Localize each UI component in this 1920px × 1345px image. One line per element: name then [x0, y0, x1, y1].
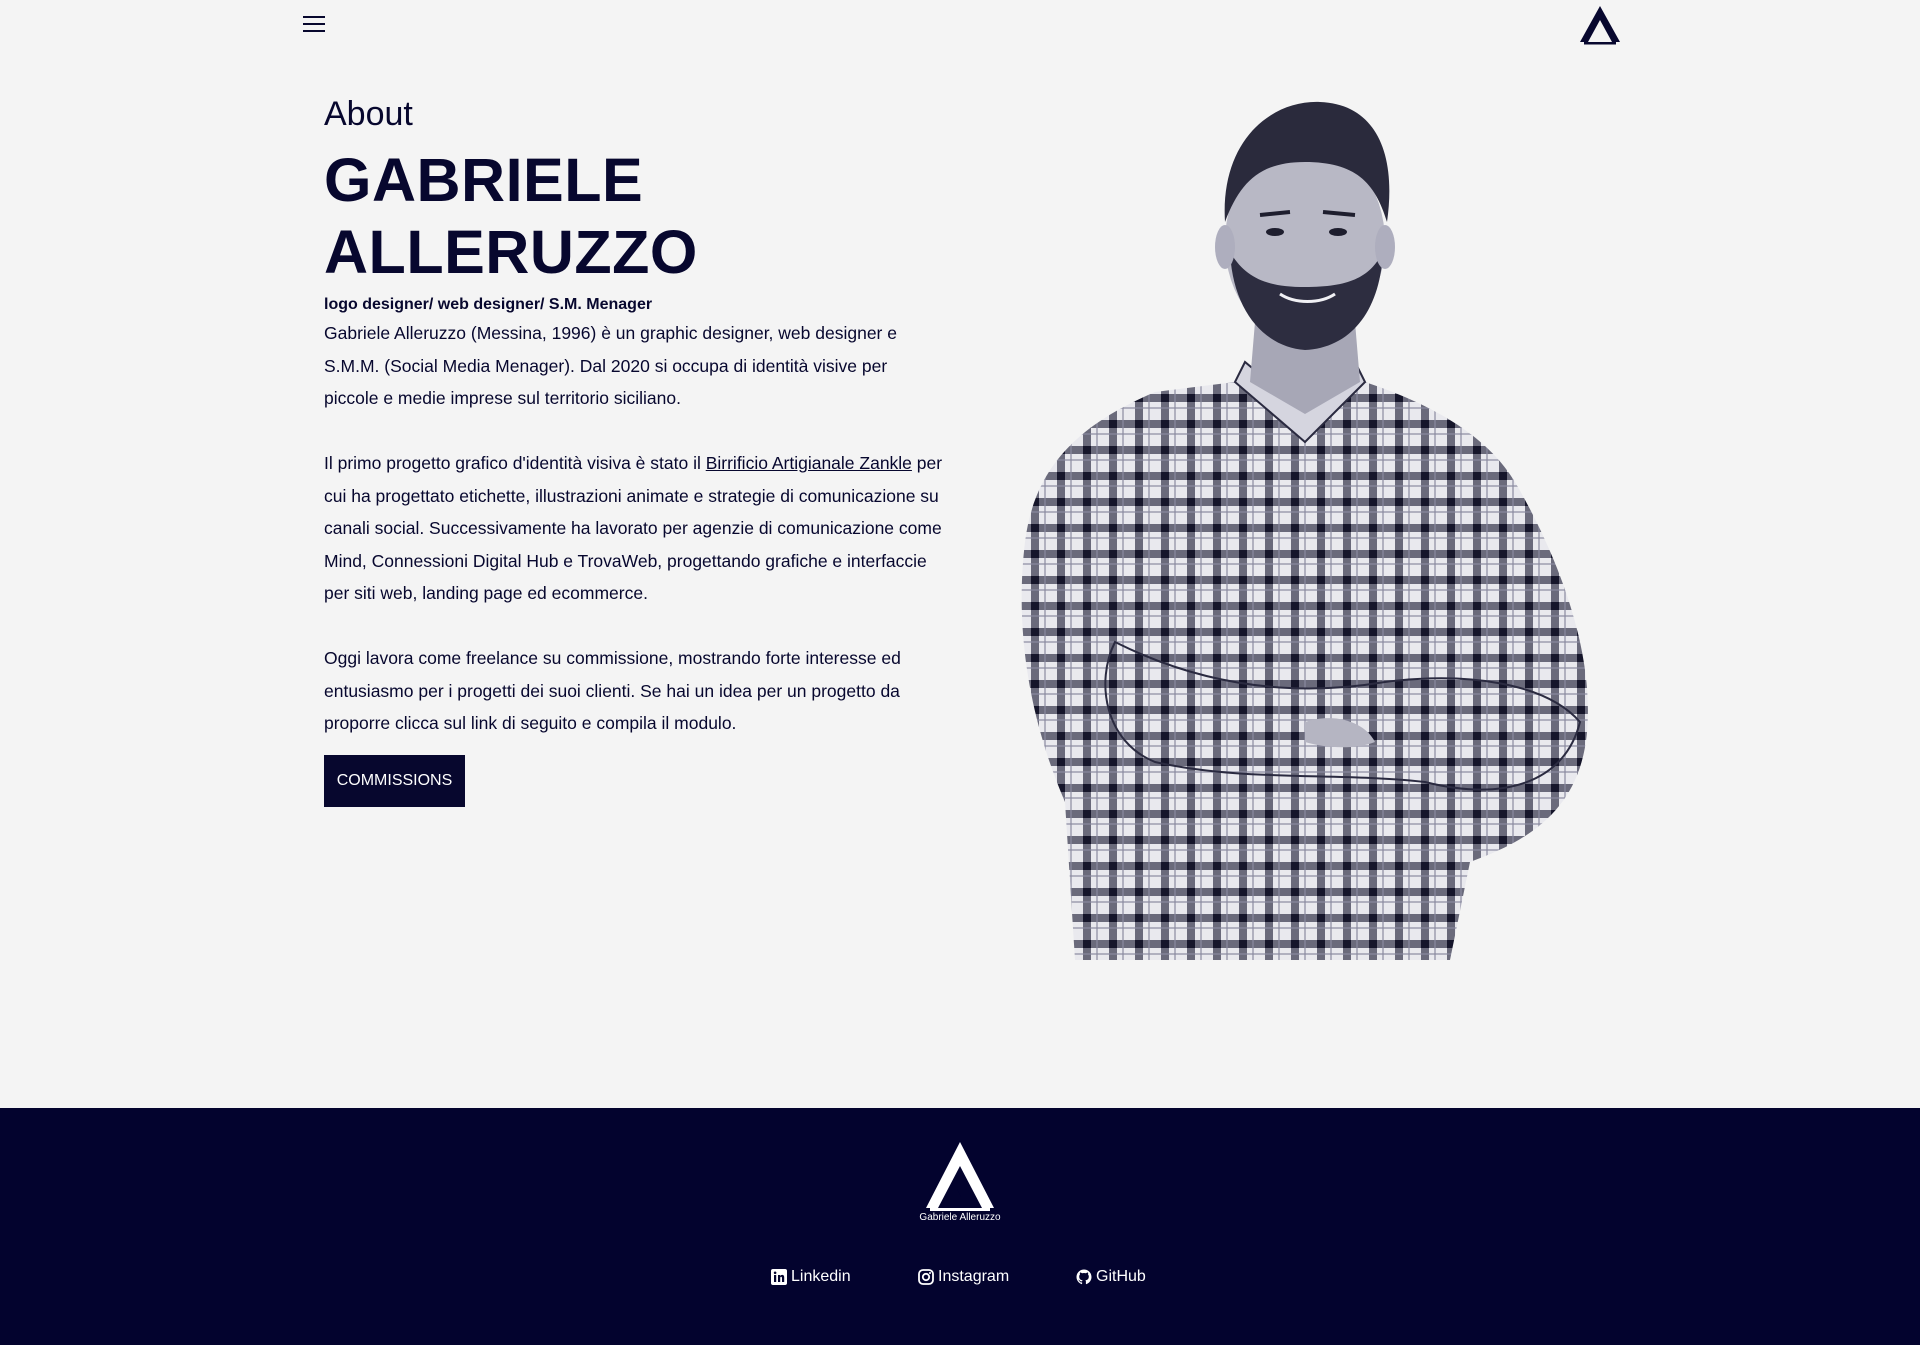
- last-name: ALLERUZZO: [324, 218, 698, 286]
- ga-logo-icon[interactable]: [1578, 4, 1622, 46]
- profile-photo: [1021, 101, 1588, 960]
- bio-paragraph-2-start: Il primo progetto grafico d'identità vis…: [324, 453, 706, 473]
- commissions-button[interactable]: COMMISSIONS: [324, 755, 465, 807]
- top-navigation-bar: [0, 0, 1920, 52]
- hamburger-menu-icon[interactable]: [300, 12, 328, 36]
- linkedin-link[interactable]: Linkedin: [771, 1266, 851, 1288]
- bio-paragraph-2: Il primo progetto grafico d'identità vis…: [324, 447, 944, 610]
- instagram-label: Instagram: [938, 1268, 1010, 1285]
- roles-subtitle: logo designer/ web designer/ S.M. Menage…: [324, 296, 653, 313]
- bio-paragraph-2-end: per cui ha progettato etichette, illustr…: [324, 453, 943, 603]
- first-name: GABRIELE: [324, 146, 644, 214]
- instagram-link[interactable]: Instagram: [918, 1266, 1009, 1288]
- instagram-icon: [918, 1269, 934, 1285]
- bio-paragraph-3: Oggi lavora come freelance su commission…: [324, 648, 901, 733]
- bio-text: Gabriele Alleruzzo (Messina, 1996) è un …: [324, 317, 944, 772]
- section-label: About: [324, 95, 413, 133]
- github-icon: [1076, 1269, 1092, 1285]
- page-title: GABRIELE ALLERUZZO: [324, 144, 698, 288]
- github-link[interactable]: GitHub: [1076, 1266, 1146, 1288]
- github-label: GitHub: [1096, 1268, 1146, 1285]
- bio-paragraph-1: Gabriele Alleruzzo (Messina, 1996) è un …: [324, 323, 897, 408]
- linkedin-label: Linkedin: [791, 1268, 851, 1285]
- linkedin-icon: [771, 1269, 787, 1285]
- birrificio-link[interactable]: Birrificio Artigianale Zankle: [706, 453, 912, 473]
- ga-footer-logo-icon[interactable]: [912, 1140, 1008, 1220]
- footer-brand-name: Gabriele Alleruzzo: [919, 1212, 1001, 1223]
